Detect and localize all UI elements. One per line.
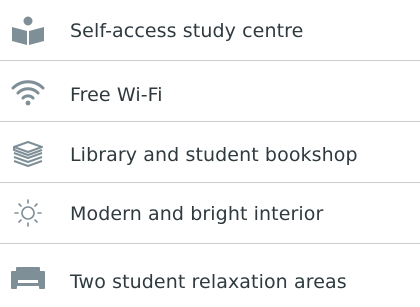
list-item: Free Wi-Fi (0, 61, 420, 121)
list-item-label: Modern and bright interior (70, 203, 324, 225)
wifi-icon (10, 78, 46, 108)
person-reading-icon (10, 16, 46, 46)
list-item-label: Library and student bookshop (70, 144, 358, 166)
list-item: Library and student bookshop (0, 122, 420, 182)
list-item-label: Self-access study centre (70, 20, 304, 42)
books-icon (10, 139, 46, 169)
list-item: Modern and bright interior (0, 183, 420, 243)
list-item-label: Free Wi-Fi (70, 84, 163, 106)
list-item-label: Two student relaxation areas (70, 271, 347, 293)
feature-list: Self-access study centre Free Wi-Fi Libr… (0, 0, 420, 307)
list-item: Self-access study centre (0, 0, 420, 60)
sun-icon (10, 198, 46, 228)
list-item: Two student relaxation areas (0, 244, 420, 304)
sofa-icon (10, 263, 46, 293)
